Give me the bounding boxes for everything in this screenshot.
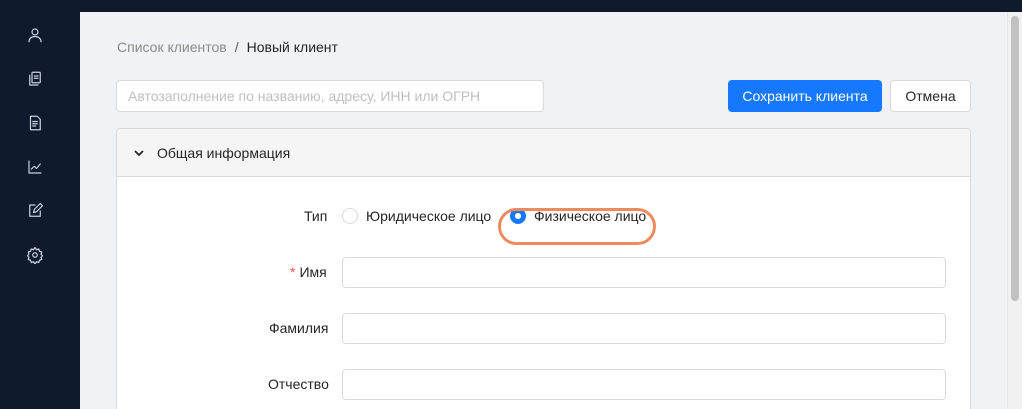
panel-title: Общая информация — [157, 144, 291, 161]
scrollbar-thumb[interactable] — [1011, 16, 1019, 301]
general-info-panel-header[interactable]: Общая информация — [117, 129, 970, 177]
patronymic-input[interactable] — [342, 369, 946, 400]
first-name-label-text: Имя — [299, 264, 327, 280]
user-icon[interactable] — [24, 24, 46, 46]
line-chart-icon[interactable] — [24, 156, 46, 178]
edit-square-icon[interactable] — [24, 200, 46, 222]
radio-individual-label: Физическое лицо — [534, 208, 647, 224]
save-client-button[interactable]: Сохранить клиента — [728, 80, 882, 112]
breadcrumb: Список клиентов / Новый клиент — [117, 39, 338, 55]
settings-gear-icon[interactable] — [24, 244, 46, 266]
autofill-search-input[interactable] — [116, 80, 544, 112]
vertical-scrollbar[interactable] — [1007, 12, 1022, 409]
last-name-label: Фамилия — [269, 320, 329, 336]
radio-individual[interactable]: Физическое лицо — [510, 208, 646, 224]
cancel-button[interactable]: Отмена — [890, 80, 971, 112]
required-mark: * — [290, 264, 296, 280]
last-name-input[interactable] — [342, 313, 946, 344]
radio-button-checked[interactable] — [510, 208, 526, 224]
sidebar — [0, 0, 80, 409]
first-name-label: * Имя — [290, 264, 327, 280]
patronymic-label: Отчество — [268, 376, 329, 392]
radio-legal-entity[interactable]: Юридическое лицо — [342, 208, 491, 224]
first-name-input[interactable] — [342, 257, 946, 288]
top-bar — [80, 0, 1022, 12]
copy-document-icon[interactable] — [24, 68, 46, 90]
breadcrumb-current: Новый клиент — [246, 39, 338, 55]
radio-legal-entity-label: Юридическое лицо — [366, 208, 492, 224]
breadcrumb-separator: / — [234, 39, 239, 55]
invoice-document-icon[interactable] — [24, 112, 46, 134]
breadcrumb-link-client-list[interactable]: Список клиентов — [117, 39, 227, 55]
radio-button-unchecked[interactable] — [342, 208, 358, 224]
main-content: Список клиентов / Новый клиент Сохранить к… — [80, 12, 1007, 409]
type-label: Тип — [304, 208, 328, 224]
chevron-down-icon — [134, 149, 144, 156]
